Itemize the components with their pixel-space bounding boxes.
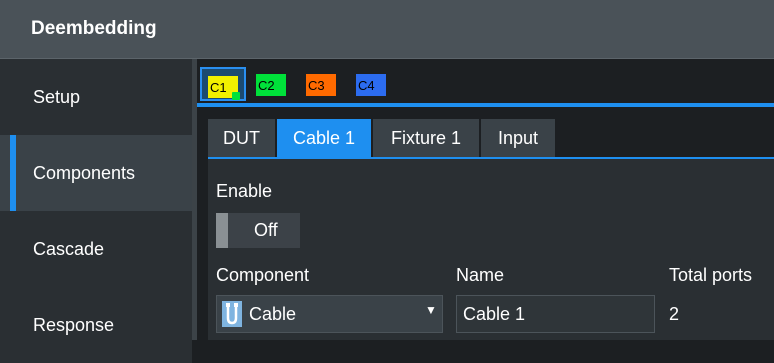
tab-label: Cable 1 — [292, 128, 356, 148]
component-label: Component — [216, 265, 310, 285]
tab-fixture-1[interactable]: Fixture 1 — [373, 119, 479, 157]
tab-label: DUT — [223, 128, 260, 148]
sidebar-item-label: Cascade — [33, 239, 105, 259]
tab-label: Fixture 1 — [390, 128, 462, 148]
channel-tab-c2[interactable]: C2 — [250, 67, 296, 101]
cable-icon — [222, 301, 242, 327]
toggle-knob — [216, 213, 228, 248]
tab-dut[interactable]: DUT — [208, 119, 275, 157]
enable-toggle[interactable]: Off — [216, 213, 300, 248]
name-label: Name — [456, 265, 505, 285]
chevron-down-icon: ▼ — [425, 303, 437, 317]
sidebar-item-label: Response — [33, 315, 115, 335]
sidebar-item-components[interactable]: Components — [0, 135, 192, 211]
tab-cable-1[interactable]: Cable 1 — [277, 119, 371, 157]
channel-tab-label: C1 — [210, 80, 227, 95]
sidebar-item-cascade[interactable]: Cascade — [0, 211, 192, 287]
component-dropdown[interactable]: Cable ▼ — [216, 295, 443, 333]
total-ports-label: Total ports — [669, 265, 753, 285]
channel-tab-label: C3 — [308, 78, 325, 93]
toggle-state: Off — [254, 220, 278, 240]
channel-tab-c4[interactable]: C4 — [350, 67, 396, 101]
component-settings-panel: Enable Off Component Name Total ports Ca… — [208, 159, 774, 340]
enable-label: Enable — [216, 181, 273, 201]
total-ports-value: 2 — [669, 304, 680, 324]
window-title: Deembedding — [31, 18, 157, 39]
channel-tab-label: C2 — [258, 78, 275, 93]
channel-tab-c3[interactable]: C3 — [300, 67, 346, 101]
channel-tab-c1[interactable]: C1 — [200, 67, 246, 101]
sidebar-item-response[interactable]: Response — [0, 287, 192, 363]
sidebar-item-setup[interactable]: Setup — [0, 59, 192, 135]
tab-label: Input — [497, 128, 539, 148]
sidebar-item-label: Setup — [33, 87, 81, 107]
title-bar: Deembedding — [0, 0, 774, 59]
channel-tab-underline — [197, 103, 774, 107]
main-content: C1 C2 C3 C4 DUT Cable 1 Fixture 1 Input — [197, 59, 774, 340]
component-value: Cable — [249, 304, 297, 324]
tab-input[interactable]: Input — [481, 119, 555, 157]
sidebar: Setup Components Cascade Response — [0, 59, 192, 363]
channel-tab-label: C4 — [358, 78, 375, 93]
active-indicator-icon — [232, 92, 240, 100]
name-field[interactable] — [456, 295, 655, 333]
sidebar-item-label: Components — [33, 163, 136, 183]
